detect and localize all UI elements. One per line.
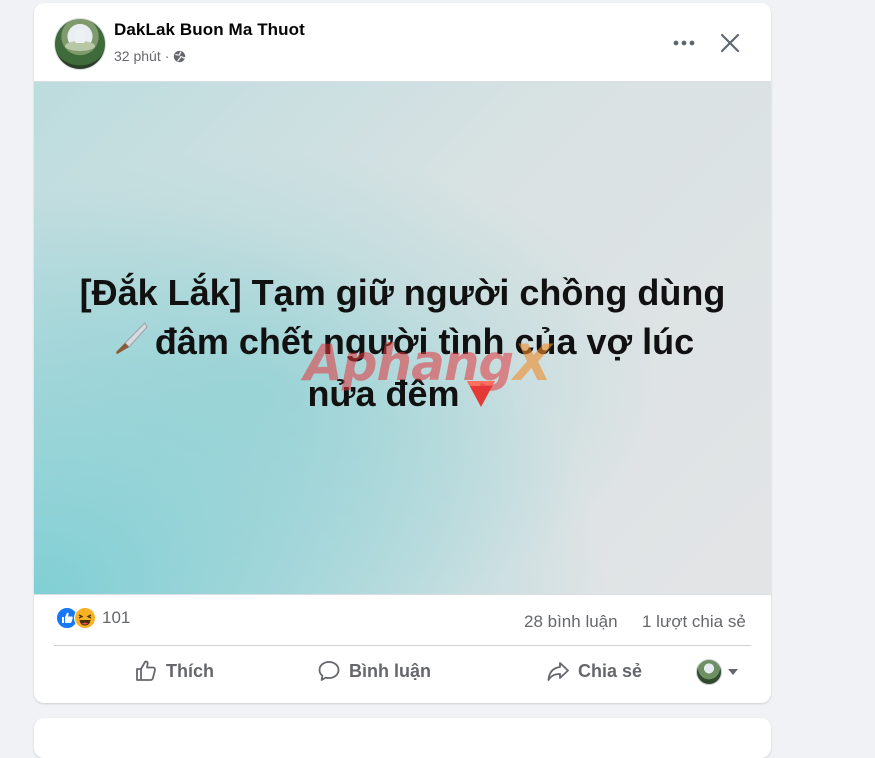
post-image[interactable]: [Đắk Lắk] Tạm giữ người chồng dùng đâm c… (34, 81, 771, 595)
comment-button[interactable]: Bình luận (294, 651, 454, 691)
reaction-count[interactable]: 101 (102, 608, 130, 628)
haha-icon (74, 607, 96, 629)
close-button[interactable] (710, 23, 750, 63)
caret-down-icon (728, 669, 738, 675)
react-as-selector[interactable] (696, 659, 738, 685)
more-horizontal-icon (673, 40, 695, 46)
post-card: DakLak Buon Ma Thuot 32 phút · [Đắk Lắk]… (34, 3, 771, 703)
thumbs-up-icon (136, 660, 156, 681)
share-icon (547, 662, 569, 681)
close-icon (720, 33, 740, 53)
watermark-main: Aphang (304, 334, 514, 392)
profile-avatar (696, 659, 722, 685)
post-meta: 32 phút · (114, 48, 186, 64)
post-header: DakLak Buon Ma Thuot 32 phút · (34, 3, 771, 81)
page-avatar[interactable] (54, 18, 106, 70)
share-button[interactable]: Chia sẻ (514, 651, 674, 691)
more-options-button[interactable] (666, 25, 702, 61)
comment-count-link[interactable]: 28 bình luận (524, 612, 618, 632)
post-time[interactable]: 32 phút (114, 48, 161, 64)
share-count-link[interactable]: 1 lượt chia sẻ (642, 612, 746, 632)
like-label: Thích (166, 660, 214, 681)
post-image-text-line1: [Đắk Lắk] Tạm giữ người chồng dùng (79, 272, 726, 313)
watermark: AphangX (304, 334, 552, 392)
action-divider (54, 645, 751, 646)
comment-icon (318, 661, 340, 681)
next-post-card (34, 718, 771, 758)
reactions-summary[interactable]: 101 (56, 607, 130, 629)
share-label: Chia sẻ (577, 660, 643, 681)
globe-icon[interactable] (173, 50, 186, 63)
page-name-link[interactable]: DakLak Buon Ma Thuot (114, 20, 305, 40)
post-stats: 101 28 bình luận 1 lượt chia sẻ (34, 599, 771, 639)
post-actions: Thích Bình luận Chia sẻ (34, 649, 771, 693)
comment-label: Bình luận (349, 660, 431, 681)
meta-separator: · (164, 48, 170, 64)
knife-icon (111, 319, 149, 369)
like-button[interactable]: Thích (94, 651, 254, 691)
watermark-suffix: X (513, 334, 552, 392)
